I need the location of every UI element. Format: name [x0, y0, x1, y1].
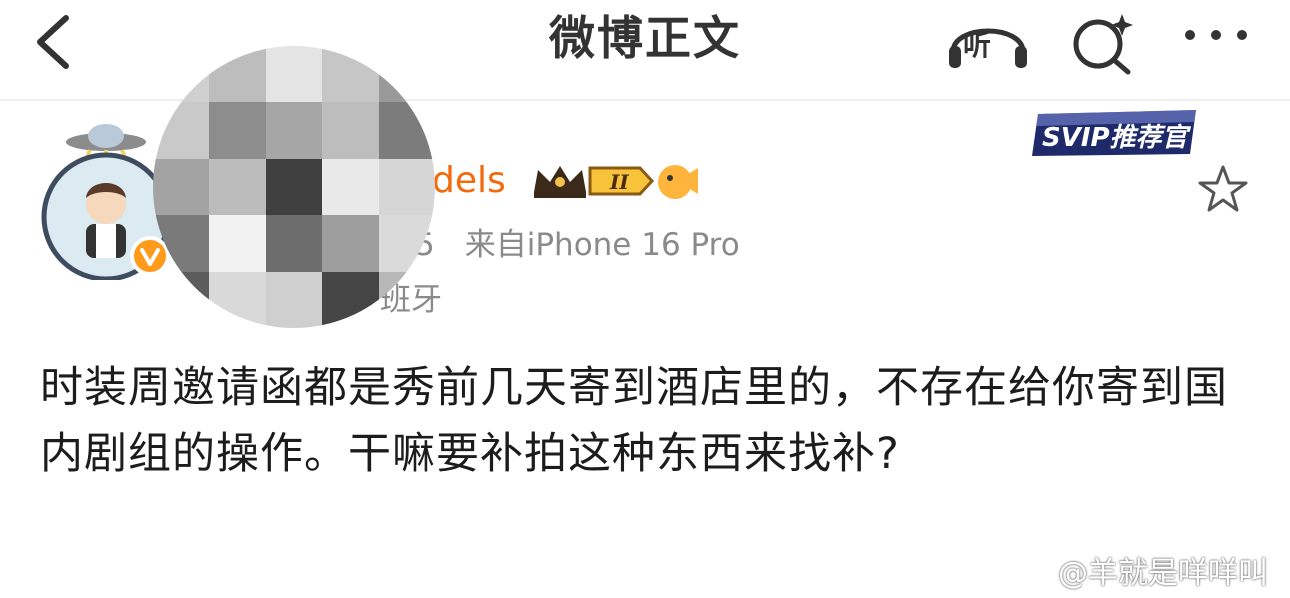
post-meta: 5 来自iPhone 16 Pro: [415, 225, 740, 265]
listen-button[interactable]: 听: [945, 12, 1031, 72]
post-text: 时装周邀请函都是秀前几天寄到酒店里的，不存在给你寄到国内剧组的操作。干嘛要补拍这…: [40, 363, 1228, 479]
star-icon[interactable]: [1196, 163, 1250, 215]
privacy-blur-mosaic: [153, 46, 435, 328]
author-name[interactable]: dels: [432, 158, 506, 204]
verified-icon: [130, 236, 170, 276]
emoji-fish-icon: [658, 165, 698, 199]
watermark-text: @羊就是咩咩叫: [1058, 556, 1268, 591]
post-source: 来自iPhone 16 Pro: [464, 227, 740, 263]
svip-recommender-badge: SVIP推荐官: [1032, 110, 1196, 156]
more-dots-icon[interactable]: [1180, 20, 1252, 50]
top-nav: 微博正文 听: [0, 0, 1290, 100]
svg-text:SVIP推荐官: SVIP推荐官: [1042, 123, 1192, 153]
search-sparkle-icon[interactable]: [1068, 10, 1138, 76]
crown-icon: II: [534, 165, 698, 199]
weibo-logo-icon: [1013, 560, 1056, 591]
listen-label: 听: [963, 29, 992, 62]
watermark: @羊就是咩咩叫: [1012, 548, 1268, 592]
level-badge-text: II: [609, 170, 629, 194]
